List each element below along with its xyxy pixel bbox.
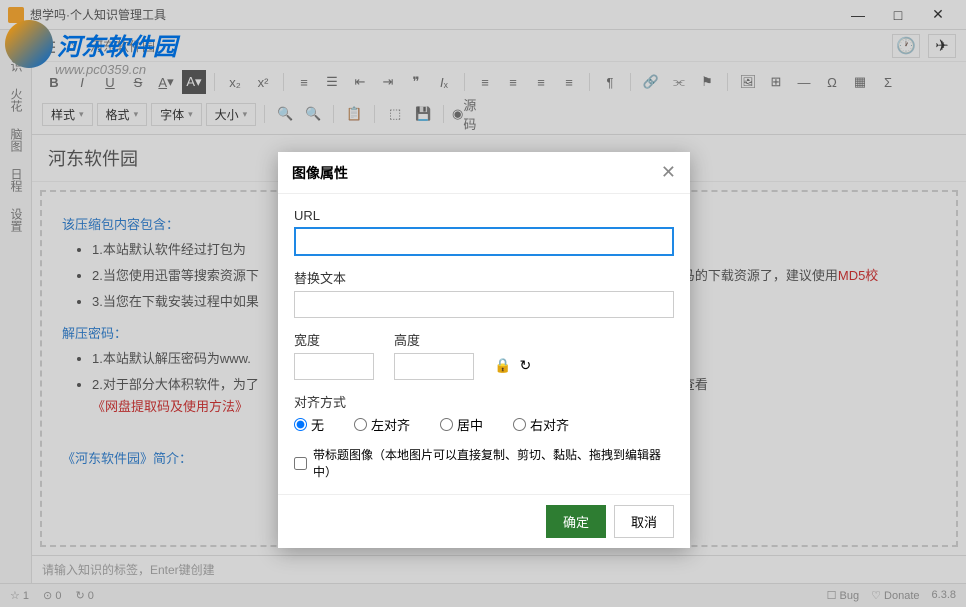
- caption-label: 带标题图像（本地图片可以直接复制、剪切、黏贴、拖拽到编辑器中）: [313, 446, 674, 480]
- image-properties-dialog: 图像属性 ✕ URL 替换文本 宽度 高度 🔒 ↻ 对齐方式: [278, 152, 690, 548]
- align-label: 对齐方式: [294, 392, 674, 411]
- width-label: 宽度: [294, 330, 374, 349]
- ok-button[interactable]: 确定: [546, 505, 606, 538]
- height-label: 高度: [394, 330, 474, 349]
- align-none-radio[interactable]: 无: [294, 415, 324, 434]
- url-input[interactable]: [294, 227, 674, 256]
- width-input[interactable]: [294, 353, 374, 380]
- refresh-icon[interactable]: ↻: [519, 357, 531, 374]
- align-center-radio[interactable]: 居中: [440, 415, 483, 434]
- height-input[interactable]: [394, 353, 474, 380]
- caption-checkbox[interactable]: [294, 457, 307, 470]
- dialog-close-button[interactable]: ✕: [661, 162, 676, 183]
- alt-text-label: 替换文本: [294, 268, 674, 287]
- align-right-radio[interactable]: 右对齐: [513, 415, 569, 434]
- cancel-button[interactable]: 取消: [614, 505, 674, 538]
- alt-text-input[interactable]: [294, 291, 674, 318]
- lock-icon[interactable]: 🔒: [494, 357, 511, 374]
- align-left-radio[interactable]: 左对齐: [354, 415, 410, 434]
- url-label: URL: [294, 208, 674, 223]
- dialog-title: 图像属性: [292, 163, 661, 183]
